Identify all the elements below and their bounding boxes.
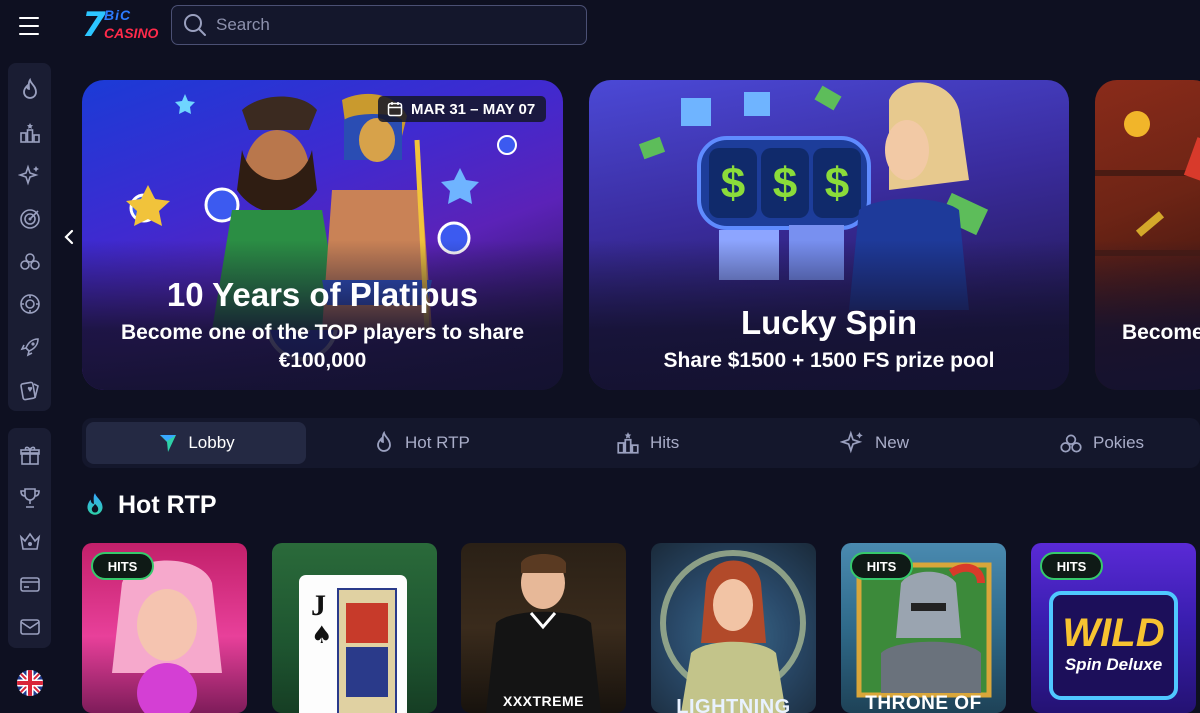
game-art: J ♠ (299, 575, 407, 713)
card-heart-icon[interactable] (12, 368, 48, 411)
stars-icon (617, 432, 639, 454)
game-tile[interactable]: HITS (82, 543, 247, 713)
cherries-icon (1060, 434, 1082, 453)
search-box[interactable] (171, 5, 587, 45)
search-input[interactable] (216, 15, 576, 35)
game-logo-main: WILD (1062, 611, 1165, 655)
trophy-icon[interactable] (12, 477, 48, 520)
svg-text:$: $ (825, 159, 849, 208)
sidebar-promotions (8, 428, 51, 648)
calendar-icon (387, 102, 403, 117)
logo-bit-text: BiC (104, 7, 132, 23)
stars-icon[interactable] (12, 112, 48, 155)
section-heading: Hot RTP (82, 490, 217, 520)
tab-hot-rtp[interactable]: Hot RTP (372, 422, 470, 464)
banner-shade (1095, 240, 1200, 390)
game-caption: XXXTREME (502, 693, 584, 709)
sparkle-icon[interactable] (12, 155, 48, 198)
language-flag-icon[interactable] (17, 670, 43, 696)
date-range: MAR 31 – MAY 07 (411, 100, 536, 118)
promo-banner-lucky-spin[interactable]: $ $ $ Lucky Spin Share $1500 + 1500 FS p… (589, 80, 1069, 390)
crown-icon[interactable] (12, 520, 48, 563)
svg-text:J: J (311, 589, 326, 622)
game-tile[interactable]: J ♠ (272, 543, 437, 713)
tab-label: Hits (650, 433, 680, 452)
date-chip: MAR 31 – MAY 07 (378, 96, 546, 122)
chip-icon[interactable] (12, 283, 48, 326)
game-art (486, 554, 601, 713)
logo[interactable]: 7 BiC CASINO (82, 6, 158, 46)
rocket-icon[interactable] (12, 326, 48, 369)
tab-label: New (875, 433, 910, 452)
sidebar-categories (8, 63, 51, 411)
sparkle-icon (840, 430, 863, 454)
logo-seven: 7 (82, 5, 106, 45)
hits-badge: HITS (1040, 552, 1103, 580)
flame-icon (377, 431, 391, 452)
tab-label: Hot RTP (405, 433, 470, 452)
game-tile[interactable]: HITS THRONE OF (841, 543, 1006, 713)
cherries-icon[interactable] (12, 240, 48, 283)
banner-subtitle: Become one of the TOP players to share (120, 321, 525, 344)
flame-icon (87, 493, 103, 515)
tab-label: Pokies (1093, 433, 1145, 452)
target-icon[interactable] (12, 197, 48, 240)
banner-title: Lucky Spin (740, 304, 918, 341)
tab-label: Lobby (188, 433, 235, 452)
tab-hits[interactable]: Hits (615, 422, 679, 464)
game-caption: LIGHTNING (676, 696, 791, 713)
lobby-icon (160, 435, 177, 452)
gift-icon[interactable] (12, 434, 48, 477)
banner-subtitle: Share $1500 + 1500 FS prize pool (663, 349, 995, 372)
game-tile[interactable]: LIGHTNING (651, 543, 816, 713)
game-caption: THRONE OF (865, 693, 982, 713)
hits-badge: HITS (91, 552, 154, 580)
game-tile[interactable]: WILD Spin Deluxe HITS (1031, 543, 1196, 713)
chevron-left-icon (64, 229, 74, 245)
game-art (660, 550, 806, 713)
svg-text:$: $ (721, 159, 745, 208)
banner-title: 10 Years of Platipus (166, 276, 479, 313)
card-icon[interactable] (12, 562, 48, 605)
carousel-prev-button[interactable] (58, 224, 80, 250)
svg-text:$: $ (773, 159, 797, 208)
category-tabs: Lobby Hot RTP Hits New Pokies (82, 418, 1200, 468)
svg-text:♠: ♠ (311, 621, 333, 649)
flame-icon[interactable] (12, 69, 48, 112)
tab-new[interactable]: New (840, 422, 909, 464)
promo-banner-platipus[interactable]: $ MAR 31 – MAY 07 10 Years of Platipus B… (82, 80, 563, 390)
logo-casino-text: CASINO (104, 25, 159, 41)
top-bar: 7 BiC CASINO (0, 0, 1200, 52)
game-tile[interactable]: XXXTREME (461, 543, 626, 713)
promo-banner-next[interactable]: Become (1095, 80, 1200, 390)
mail-icon[interactable] (12, 605, 48, 648)
menu-icon[interactable] (14, 14, 44, 38)
section-title: Hot RTP (118, 490, 217, 519)
banner-prize: €100,000 (278, 349, 367, 372)
tab-pokies[interactable]: Pokies (1058, 422, 1144, 464)
tab-lobby[interactable]: Lobby (86, 422, 306, 464)
game-logo-sub: Spin Deluxe (1064, 655, 1163, 674)
banner-subtitle: Become (1122, 321, 1200, 344)
hits-badge: HITS (850, 552, 913, 580)
search-icon (184, 14, 206, 36)
